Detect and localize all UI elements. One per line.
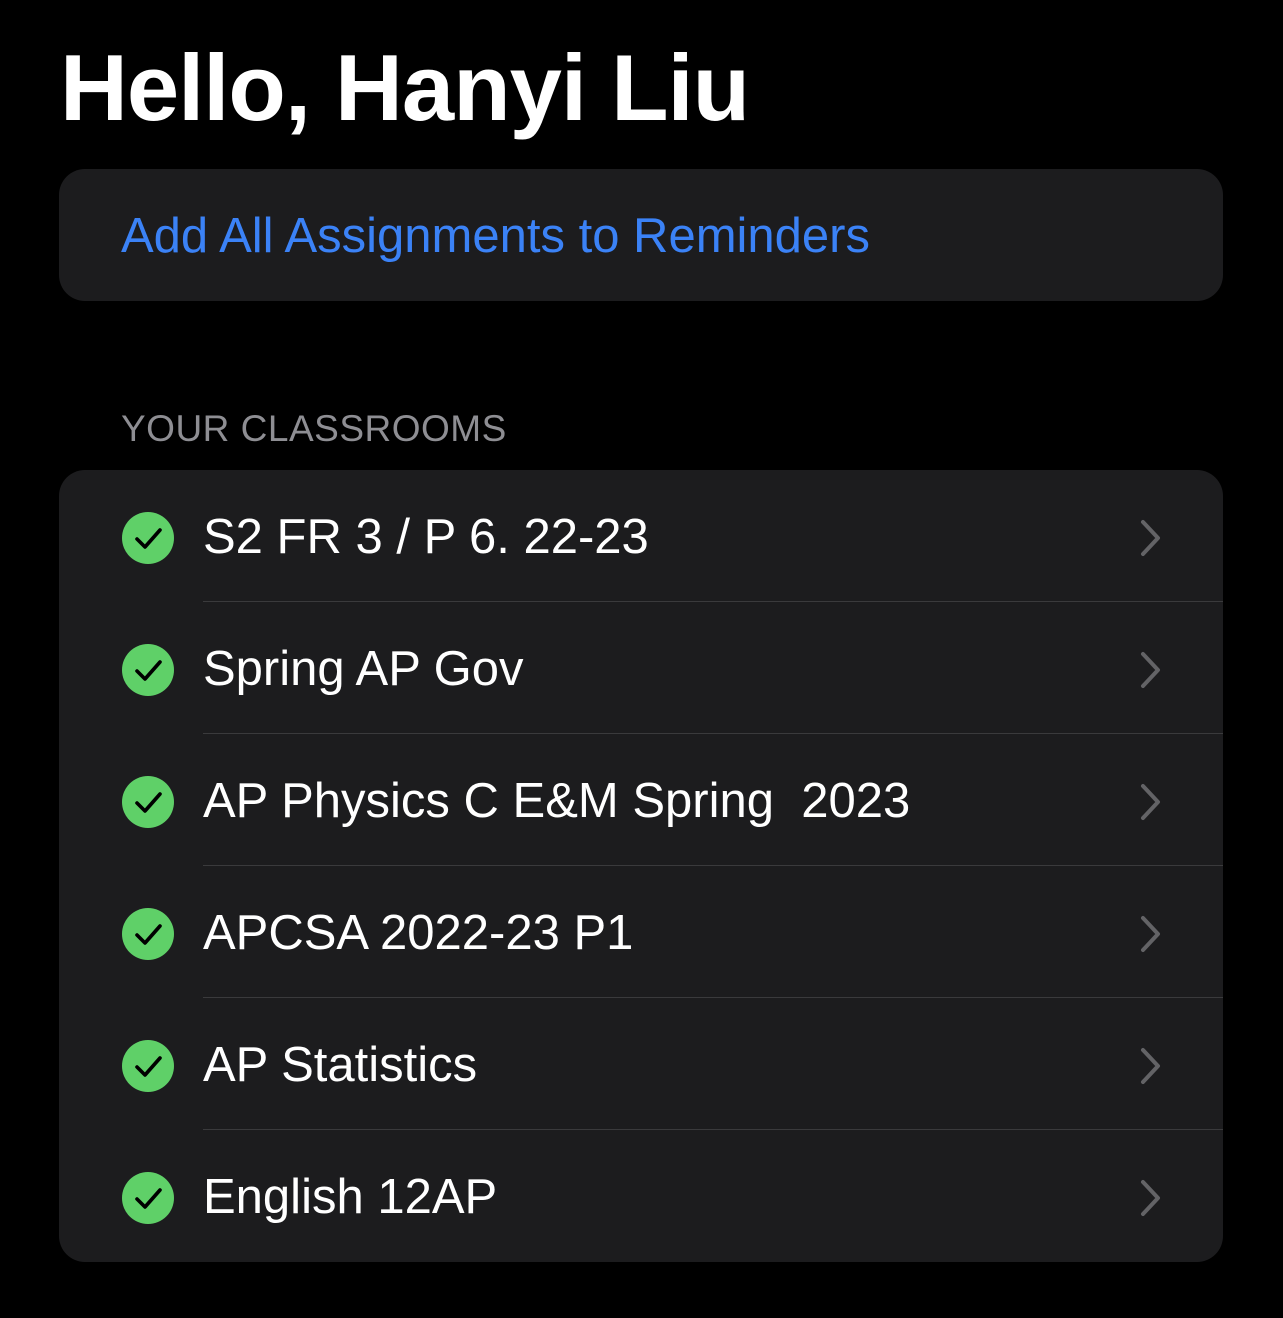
chevron-right-icon [1141,1048,1160,1084]
chevron-right-icon [1141,916,1160,952]
checkmark-circle-icon [122,512,174,564]
checkmark-circle-icon [122,908,174,960]
classroom-name: AP Physics C E&M Spring 2023 [203,774,911,828]
add-all-assignments-button[interactable]: Add All Assignments to Reminders [59,169,1223,301]
chevron-right-icon [1141,784,1160,820]
classroom-row[interactable]: S2 FR 3 / P 6. 22-23 [59,470,1223,602]
classroom-row[interactable]: English 12AP [59,1130,1223,1262]
classroom-row[interactable]: AP Statistics [59,998,1223,1130]
classroom-row[interactable]: Spring AP Gov [59,602,1223,734]
chevron-right-icon [1141,652,1160,688]
checkmark-circle-icon [122,776,174,828]
checkmark-circle-icon [122,644,174,696]
chevron-right-icon [1141,520,1160,556]
classroom-list: S2 FR 3 / P 6. 22-23 Spring AP Gov AP Ph… [59,470,1223,1262]
classroom-row[interactable]: APCSA 2022-23 P1 [59,866,1223,998]
classroom-row[interactable]: AP Physics C E&M Spring 2023 [59,734,1223,866]
classroom-name: English 12AP [203,1170,498,1224]
checkmark-circle-icon [122,1040,174,1092]
classroom-name: S2 FR 3 / P 6. 22-23 [203,510,649,564]
classroom-name: APCSA 2022-23 P1 [203,906,634,960]
checkmark-circle-icon [122,1172,174,1224]
add-all-assignments-label: Add All Assignments to Reminders [121,209,870,263]
classroom-name: Spring AP Gov [203,642,524,696]
chevron-right-icon [1141,1180,1160,1216]
section-header-classrooms: YOUR CLASSROOMS [121,408,507,449]
page-title: Hello, Hanyi Liu [60,35,750,140]
classroom-name: AP Statistics [203,1038,478,1092]
